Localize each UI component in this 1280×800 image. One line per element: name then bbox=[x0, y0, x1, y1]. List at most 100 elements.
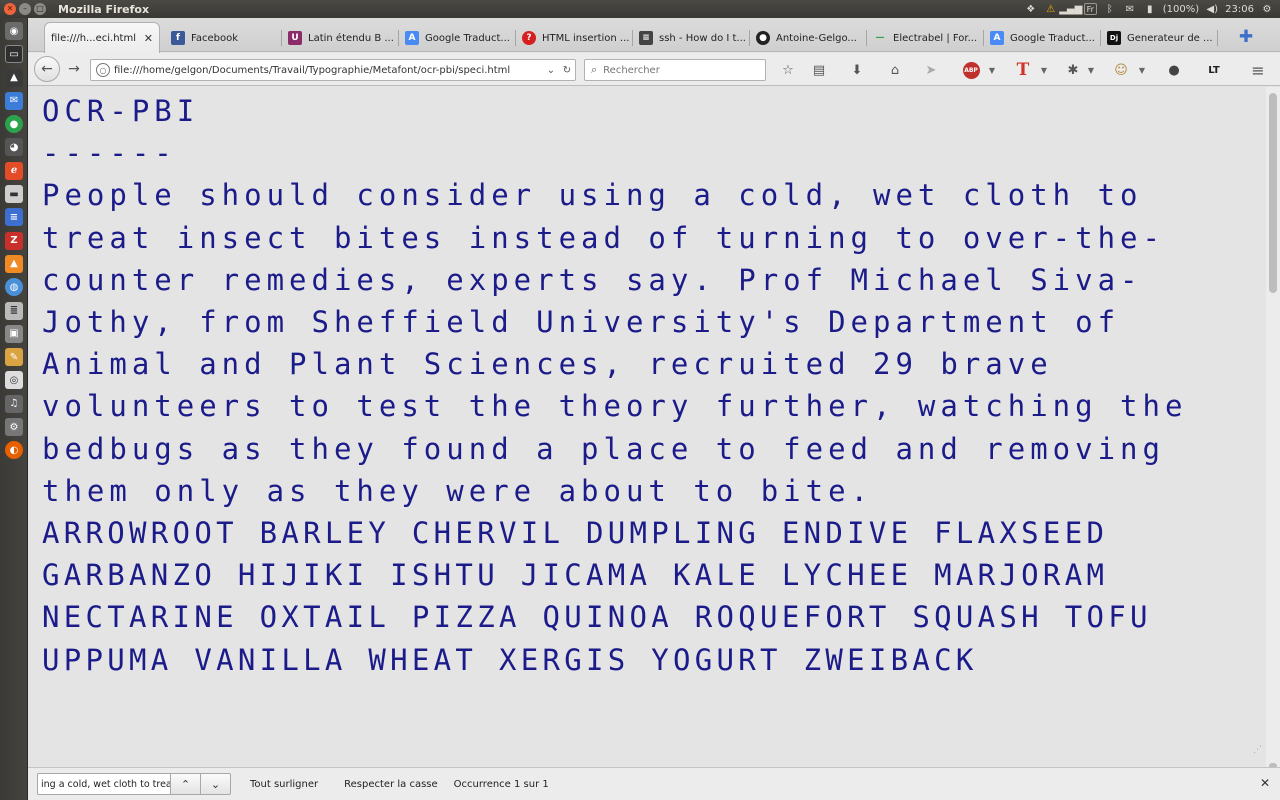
adblock-button[interactable]: ABP bbox=[960, 59, 982, 81]
tab-label: Google Traduct... bbox=[425, 32, 510, 44]
globe-icon[interactable]: ◍ bbox=[5, 278, 23, 297]
filezilla-icon[interactable]: Z bbox=[5, 231, 23, 250]
pdf-viewer-icon[interactable]: ℯ bbox=[5, 161, 23, 180]
tab-label: Google Traduct... bbox=[1010, 32, 1095, 44]
tab-github[interactable]: ● Antoine-Gelgo... bbox=[750, 24, 867, 52]
tab-generateur[interactable]: Dj Generateur de ... bbox=[1101, 24, 1218, 52]
system-top-panel: ✕ – □ Mozilla Firefox ❖ ⚠ ▂▄▆ Fr ᛒ ✉ ▮ (… bbox=[0, 0, 1280, 18]
back-button[interactable]: ← bbox=[34, 56, 60, 82]
firefox-window: file:///h...eci.html ✕ f Facebook U Lati… bbox=[28, 18, 1280, 800]
chat-icon[interactable]: ● bbox=[5, 115, 23, 134]
google-translate-icon: A bbox=[405, 31, 419, 45]
tab-facebook[interactable]: f Facebook bbox=[165, 24, 282, 52]
search-input[interactable] bbox=[603, 64, 754, 76]
reload-icon[interactable]: ↻ bbox=[559, 65, 575, 76]
dropbox-icon[interactable]: ❖ bbox=[1024, 2, 1038, 16]
tab-label: file:///h...eci.html bbox=[51, 32, 136, 44]
inkscape-icon[interactable]: ▲ bbox=[5, 68, 23, 87]
tab-google-translate[interactable]: A Google Traduct... bbox=[399, 24, 516, 52]
editor-icon[interactable]: ✎ bbox=[5, 348, 23, 367]
url-text[interactable]: file:///home/gelgon/Documents/Travail/Ty… bbox=[114, 65, 543, 76]
highlight-all-toggle[interactable]: Tout surligner bbox=[250, 779, 318, 790]
tab-label: Latin étendu B ... bbox=[308, 32, 394, 44]
vlc-icon[interactable]: ▲ bbox=[5, 254, 23, 273]
find-input[interactable]: ing a cold, wet cloth to treat bbox=[37, 773, 171, 795]
vertical-scrollbar[interactable] bbox=[1266, 87, 1280, 769]
network-signal-icon[interactable]: ▂▄▆ bbox=[1059, 2, 1082, 16]
warning-icon[interactable]: ⚠ bbox=[1044, 2, 1058, 16]
tab-label: Facebook bbox=[191, 32, 238, 44]
search-box[interactable]: ⌕ bbox=[584, 59, 766, 81]
tab-bar: file:///h...eci.html ✕ f Facebook U Lati… bbox=[28, 18, 1280, 53]
dash-icon[interactable]: ◉ bbox=[5, 22, 23, 40]
url-dropdown-icon[interactable]: ⌄ bbox=[543, 65, 559, 76]
search-icon: ⌕ bbox=[591, 63, 598, 76]
face-icon[interactable]: ☺ bbox=[1110, 59, 1132, 81]
firefox-icon[interactable]: ◐ bbox=[5, 441, 23, 460]
languagetool-icon[interactable]: LT bbox=[1203, 59, 1225, 81]
clock[interactable]: 23:06 bbox=[1225, 4, 1254, 15]
keyboard-layout-indicator[interactable]: Fr bbox=[1083, 3, 1097, 15]
system-tray: ❖ ⚠ ▂▄▆ Fr ᛒ ✉ ▮ (100%) ◀) 23:06 ⚙ bbox=[1024, 0, 1274, 18]
reading-list-icon[interactable]: ▤ bbox=[808, 59, 830, 81]
chevron-up-icon: ⌃ bbox=[180, 777, 191, 791]
adblock-icon: ABP bbox=[962, 61, 980, 79]
question-icon: ? bbox=[522, 31, 536, 45]
forward-button[interactable]: → bbox=[64, 59, 84, 79]
bluetooth-icon[interactable]: ᛒ bbox=[1103, 2, 1117, 16]
tab-label: Antoine-Gelgo... bbox=[776, 32, 857, 44]
word-list: ARROWROOT BARLEY CHERVIL DUMPLING ENDIVE… bbox=[42, 516, 1152, 677]
electrabel-icon: — bbox=[875, 33, 885, 43]
window-maximize-button[interactable]: □ bbox=[34, 3, 46, 15]
monitor-icon[interactable]: ▬ bbox=[5, 185, 23, 204]
volume-icon[interactable]: ◀) bbox=[1205, 2, 1219, 16]
match-case-toggle[interactable]: Respecter la casse bbox=[344, 779, 438, 790]
url-bar[interactable]: ○ file:///home/gelgon/Documents/Travail/… bbox=[90, 59, 576, 81]
menu-icon[interactable]: ≡ bbox=[1247, 59, 1269, 81]
tab-label: Generateur de ... bbox=[1127, 32, 1213, 44]
tab-html-insertion[interactable]: ? HTML insertion ... bbox=[516, 24, 633, 52]
scrollbar-thumb[interactable] bbox=[1269, 93, 1277, 293]
text-tool-icon[interactable]: T bbox=[1012, 59, 1034, 81]
bug-dropdown-icon[interactable]: ▼ bbox=[1086, 59, 1096, 81]
mail-icon[interactable]: ✉ bbox=[1123, 2, 1137, 16]
bookmark-star-icon[interactable]: ☆ bbox=[777, 59, 799, 81]
github-icon: ● bbox=[756, 31, 770, 45]
window-close-button[interactable]: ✕ bbox=[4, 3, 16, 15]
tab-latin-etendu[interactable]: U Latin étendu B ... bbox=[282, 24, 399, 52]
camera-icon[interactable]: ▣ bbox=[5, 324, 23, 343]
tab-google-translate-2[interactable]: A Google Traduct... bbox=[984, 24, 1101, 52]
document-paragraph: People should consider using a cold, wet… bbox=[42, 178, 1188, 508]
settings-icon[interactable]: ⚙ bbox=[5, 418, 23, 437]
tab-speci-html[interactable]: file:///h...eci.html ✕ bbox=[44, 22, 160, 53]
tab-label: Electrabel | For... bbox=[893, 32, 978, 44]
notes-icon[interactable]: ≣ bbox=[5, 301, 23, 320]
terminal-icon[interactable]: ▭ bbox=[5, 45, 23, 64]
new-tab-button[interactable]: ✚ bbox=[1236, 27, 1256, 47]
download-icon[interactable]: ⬇ bbox=[846, 59, 868, 81]
tab-electrabel[interactable]: — Electrabel | For... bbox=[867, 24, 984, 52]
document-icon[interactable]: ≡ bbox=[5, 208, 23, 227]
face-dropdown-icon[interactable]: ▼ bbox=[1137, 59, 1147, 81]
chat-bubble-icon[interactable]: ● bbox=[1163, 59, 1185, 81]
find-previous-button[interactable]: ⌃ bbox=[171, 773, 201, 795]
send-icon[interactable]: ➤ bbox=[920, 59, 942, 81]
text-tool-dropdown-icon[interactable]: ▼ bbox=[1039, 59, 1049, 81]
thunderbird-icon[interactable]: ✉ bbox=[5, 91, 23, 110]
heading-underline: ------ bbox=[42, 136, 177, 171]
bug-icon[interactable]: ✱ bbox=[1062, 59, 1084, 81]
window-minimize-button[interactable]: – bbox=[19, 3, 31, 15]
adblock-dropdown-icon[interactable]: ▼ bbox=[987, 59, 997, 81]
power-gear-icon[interactable]: ⚙ bbox=[1260, 2, 1274, 16]
close-find-bar-icon[interactable]: ✕ bbox=[1260, 776, 1270, 790]
webcam-icon[interactable]: ◎ bbox=[5, 371, 23, 390]
battery-icon[interactable]: ▮ bbox=[1143, 2, 1157, 16]
tab-ssh-question[interactable]: ≡ ssh - How do I t... bbox=[633, 24, 750, 52]
find-next-button[interactable]: ⌄ bbox=[201, 773, 231, 795]
gimp-icon[interactable]: ◕ bbox=[5, 138, 23, 157]
audio-icon[interactable]: ♫ bbox=[5, 394, 23, 413]
google-translate-icon: A bbox=[990, 31, 1004, 45]
home-icon[interactable]: ⌂ bbox=[884, 59, 906, 81]
facebook-icon: f bbox=[171, 31, 185, 45]
close-tab-icon[interactable]: ✕ bbox=[138, 32, 153, 45]
